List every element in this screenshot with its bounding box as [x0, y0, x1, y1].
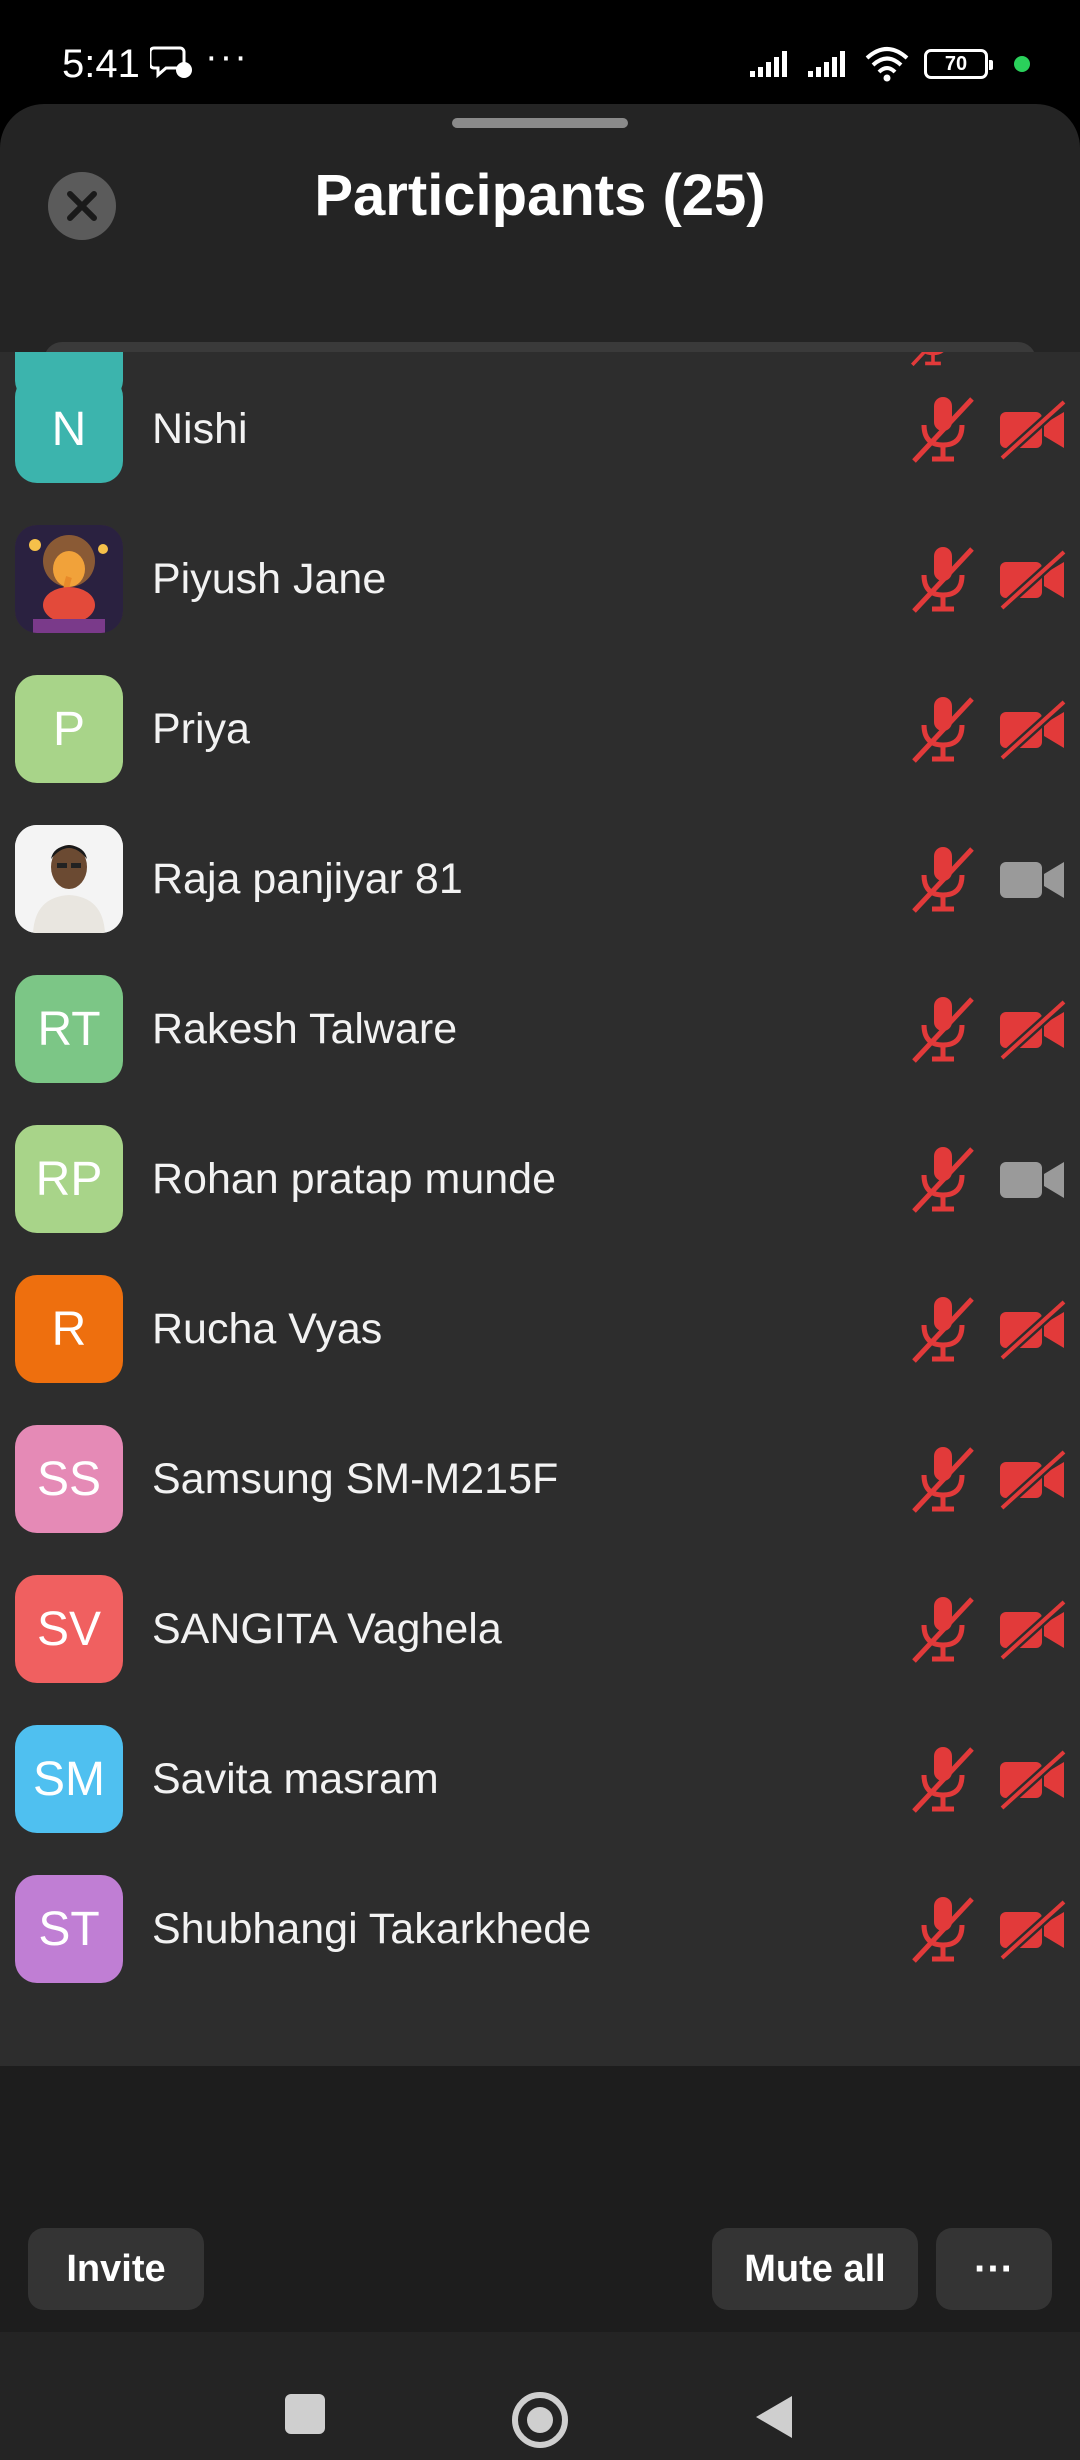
- avatar-initials: N: [51, 402, 87, 456]
- camera-off-icon[interactable]: [998, 1448, 1068, 1512]
- mic-muted-icon[interactable]: [908, 393, 978, 465]
- participant-name: Raja panjiyar 81: [152, 855, 463, 903]
- avatar-initials: RT: [37, 1002, 101, 1056]
- avatar-initials: SV: [36, 1602, 102, 1656]
- privacy-indicator-icon: [1014, 56, 1030, 72]
- avatar-initials: RP: [35, 1152, 103, 1206]
- camera-off-icon[interactable]: [998, 698, 1068, 762]
- mic-muted-icon[interactable]: [908, 1143, 978, 1215]
- system-nav-bar: [0, 2332, 1080, 2460]
- back-icon[interactable]: [752, 2392, 796, 2442]
- mute-all-button[interactable]: Mute all: [712, 2228, 918, 2310]
- participant-name: Shubhangi Takarkhede: [152, 1905, 592, 1953]
- invite-button[interactable]: Invite: [28, 2228, 204, 2310]
- mic-muted-icon[interactable]: [908, 843, 978, 915]
- mic-muted-icon[interactable]: [908, 1593, 978, 1665]
- page-title: Participants (25): [314, 163, 766, 228]
- participant-row[interactable]: P Priya: [0, 654, 1080, 804]
- battery-level: 70: [944, 52, 968, 75]
- avatar: SS: [15, 1425, 123, 1533]
- participant-row[interactable]: ST Shubhangi Takarkhede: [0, 1854, 1080, 2004]
- status-more-icon: ···: [205, 36, 249, 78]
- participant-row[interactable]: N Nishi: [0, 354, 1080, 504]
- participant-name: Savita masram: [152, 1755, 439, 1803]
- signal-icon: [750, 51, 787, 77]
- mic-muted-icon[interactable]: [908, 543, 978, 615]
- camera-icon[interactable]: [998, 848, 1066, 910]
- camera-off-icon[interactable]: [998, 1748, 1068, 1812]
- camera-off-icon[interactable]: [998, 1898, 1068, 1962]
- avatar: P: [15, 675, 123, 783]
- participant-row[interactable]: R Rucha Vyas: [0, 1254, 1080, 1404]
- status-time: 5:41: [62, 42, 140, 86]
- status-bar: 5:41 ··· 70: [0, 0, 1080, 104]
- avatar: N: [15, 375, 123, 483]
- mic-muted-icon[interactable]: [908, 1293, 978, 1365]
- participant-name: Rakesh Talware: [152, 1005, 458, 1053]
- chat-notification-icon: [150, 46, 192, 79]
- avatar: RP: [15, 1125, 123, 1233]
- avatar-initials: P: [52, 702, 85, 756]
- participant-row[interactable]: SV SANGITA Vaghela: [0, 1554, 1080, 1704]
- avatar-initials: SM: [33, 1752, 105, 1806]
- avatar: [15, 525, 123, 633]
- avatar: SM: [15, 1725, 123, 1833]
- participant-name: Piyush Jane: [152, 555, 387, 603]
- avatar-initials: SS: [36, 1452, 102, 1506]
- participant-name: Rohan pratap munde: [152, 1155, 557, 1203]
- mic-muted-icon[interactable]: [908, 1443, 978, 1515]
- participant-row[interactable]: SM Savita masram: [0, 1704, 1080, 1854]
- camera-off-icon[interactable]: [998, 548, 1068, 612]
- recents-icon[interactable]: [285, 2394, 325, 2434]
- avatar: R: [15, 1275, 123, 1383]
- mic-muted-icon[interactable]: [908, 1893, 978, 1965]
- participant-name: SANGITA Vaghela: [152, 1605, 502, 1653]
- sheet-drag-handle[interactable]: [452, 118, 628, 128]
- avatar-initials: ST: [38, 1902, 100, 1956]
- camera-off-icon[interactable]: [998, 998, 1068, 1062]
- participant-row[interactable]: Piyush Jane: [0, 504, 1080, 654]
- avatar: ST: [15, 1875, 123, 1983]
- home-icon[interactable]: [512, 2392, 568, 2448]
- participant-list[interactable]: N Nishi Piyush Jane P Priya Raja panjiyar …: [0, 352, 1080, 2066]
- participant-row[interactable]: RT Rakesh Talware: [0, 954, 1080, 1104]
- participant-row[interactable]: Raja panjiyar 81: [0, 804, 1080, 954]
- avatar: [15, 825, 123, 933]
- participant-name: Nishi: [152, 405, 248, 453]
- participant-name: Priya: [152, 705, 250, 753]
- avatar-initials: R: [51, 1302, 87, 1356]
- camera-off-icon[interactable]: [998, 1598, 1068, 1662]
- mic-muted-icon[interactable]: [908, 1743, 978, 1815]
- camera-icon[interactable]: [998, 1148, 1066, 1210]
- participant-name: Samsung SM-M215F: [152, 1455, 559, 1503]
- camera-off-icon[interactable]: [998, 398, 1068, 462]
- signal-icon-2: [808, 51, 845, 77]
- participant-row[interactable]: RP Rohan pratap munde: [0, 1104, 1080, 1254]
- mic-muted-icon[interactable]: [908, 993, 978, 1065]
- wifi-icon: [865, 47, 909, 82]
- avatar: RT: [15, 975, 123, 1083]
- camera-off-icon[interactable]: [998, 1298, 1068, 1362]
- battery-icon: 70: [924, 49, 993, 79]
- more-options-button[interactable]: ···: [936, 2228, 1052, 2310]
- participant-name: Rucha Vyas: [152, 1305, 383, 1353]
- avatar: SV: [15, 1575, 123, 1683]
- participant-row[interactable]: SS Samsung SM-M215F: [0, 1404, 1080, 1554]
- mic-muted-icon[interactable]: [908, 693, 978, 765]
